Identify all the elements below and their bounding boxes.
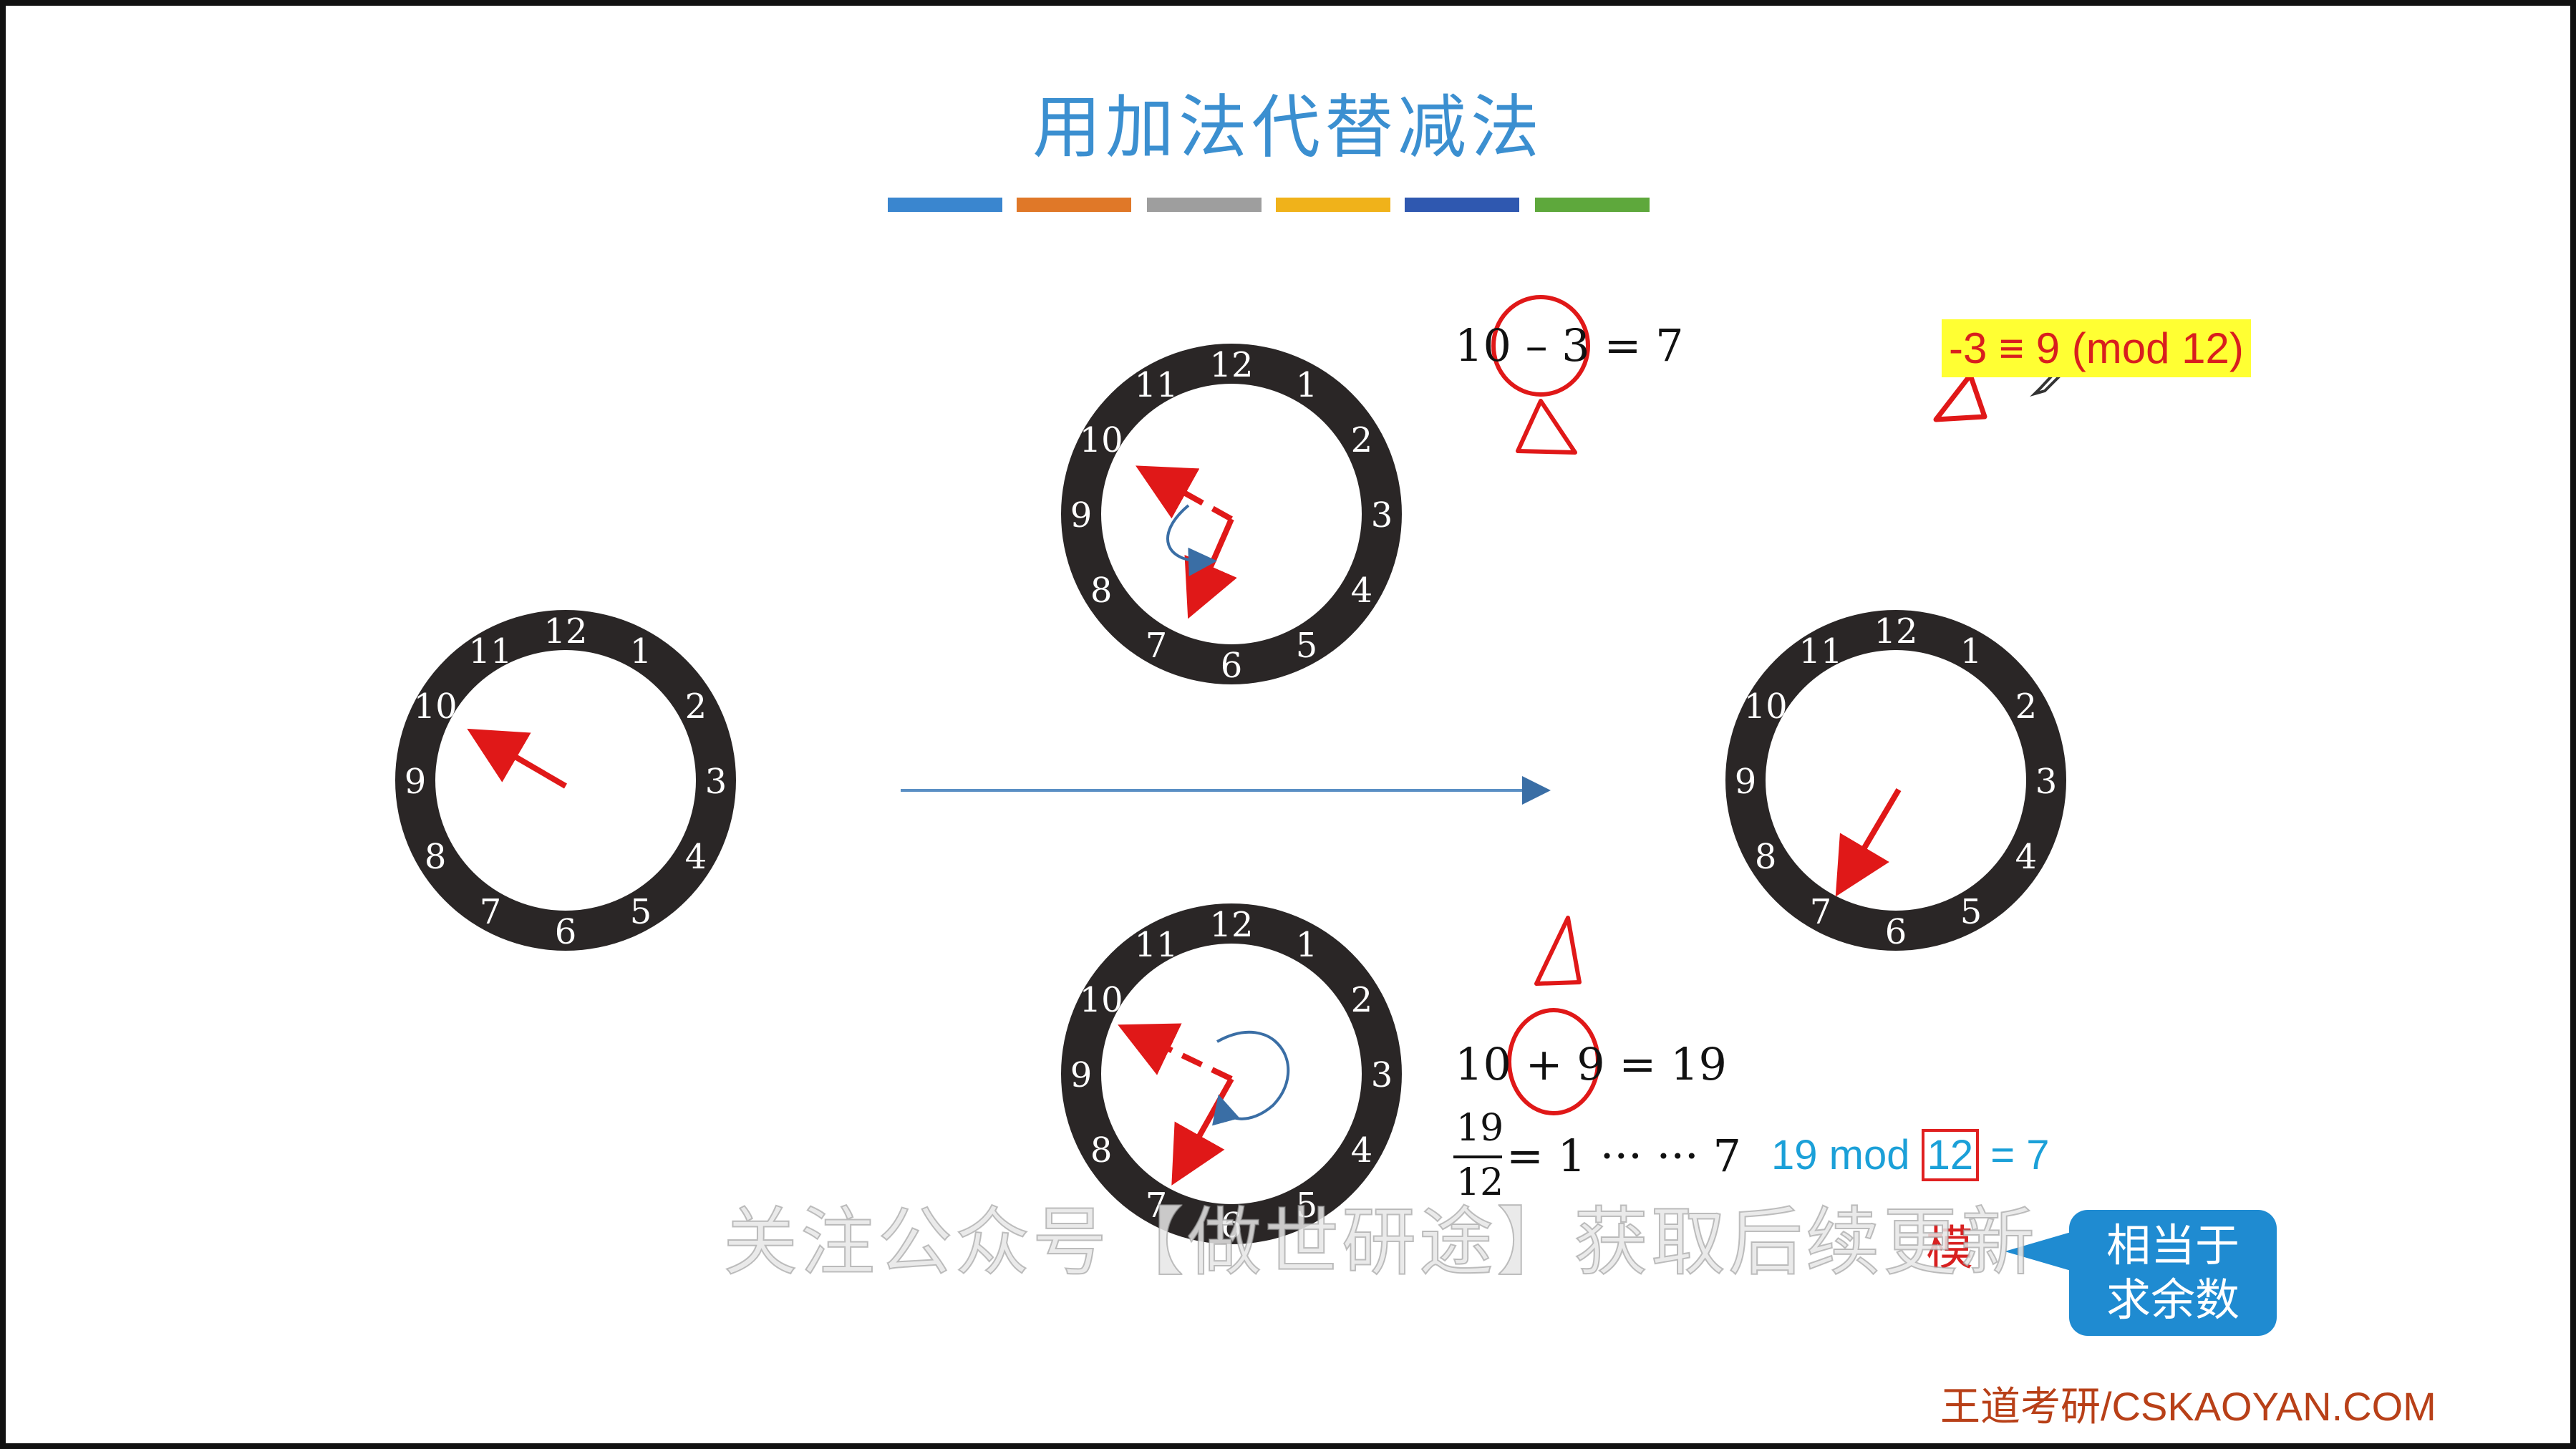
clock-numeral: 4 — [2015, 837, 2038, 877]
clock-numeral: 1 — [630, 631, 652, 672]
clock-numeral: 2 — [2015, 687, 2038, 727]
clock-numeral: 3 — [1371, 495, 1393, 536]
clock-numeral: 10 — [1080, 980, 1123, 1020]
clock-numeral: 10 — [1744, 687, 1788, 727]
callout-line: 相当于 — [2106, 1219, 2240, 1271]
clock-numeral: 12 — [1874, 611, 1917, 651]
clock-numeral: 7 — [480, 892, 502, 932]
clock-numeral: 11 — [1134, 925, 1178, 965]
clock-right: 12 12 3 45 6 78 9 1011 — [1725, 610, 2066, 952]
clock-numeral: 1 — [1296, 925, 1318, 965]
clock-numeral: 4 — [1351, 1130, 1373, 1171]
clock-numeral: 1 — [1960, 631, 1982, 672]
clock-numeral: 8 — [1090, 571, 1113, 611]
clock-face — [435, 650, 696, 911]
clock-numeral: 6 — [1221, 646, 1243, 686]
red-triangle-mark — [1516, 399, 1577, 455]
clock-numeral: 5 — [1960, 892, 1982, 932]
clock-numeral: 3 — [705, 762, 727, 802]
clock-numeral: 3 — [2035, 762, 2058, 802]
remainder-callout: 相当于 求余数 — [2069, 1210, 2277, 1336]
clock-numeral: 8 — [1090, 1130, 1113, 1171]
clock-numeral: 7 — [1146, 626, 1168, 666]
callout-line: 求余数 — [2106, 1274, 2240, 1326]
division-result: = 1 ··· ··· 7 — [1506, 1130, 1741, 1182]
mod-suffix: = 7 — [1990, 1132, 2050, 1178]
clock-numeral: 2 — [685, 687, 707, 727]
clock-numeral: 11 — [1798, 631, 1842, 672]
congruence-highlight: -3 ≡ 9 (mod 12) — [1942, 319, 2251, 377]
clock-top: 12 12 3 45 6 78 9 10 11 — [1061, 344, 1402, 686]
subtraction-equation: 10 – 3 = 7 — [1455, 319, 1684, 372]
mod-equation: 19 mod 12 = 7 — [1771, 1129, 2050, 1181]
clock-face — [1766, 650, 2026, 911]
clock-left: 12 12 3 45 6 78 9 10 11 — [395, 610, 736, 952]
clock-numeral: 10 — [414, 687, 457, 727]
clock-numeral: 9 — [1070, 1055, 1093, 1095]
fraction-numerator: 19 — [1456, 1107, 1504, 1150]
addition-equation: 10 + 9 = 19 — [1455, 1038, 1727, 1090]
clock-numeral: 11 — [1134, 365, 1178, 405]
mod-prefix: 19 mod — [1771, 1132, 1910, 1178]
video-subtitle: 关注公众号【做世研途】获取后续更新 — [722, 1198, 2038, 1286]
clock-numeral: 8 — [425, 837, 447, 877]
clock-numeral: 9 — [1070, 495, 1093, 536]
clock-numeral: 4 — [1351, 571, 1373, 611]
watermark: 王道考研/CSKAOYAN.COM — [1940, 1384, 2436, 1429]
clock-numeral: 5 — [1296, 626, 1318, 666]
clock-numeral: 6 — [555, 912, 577, 952]
clock-numeral: 2 — [1351, 420, 1373, 460]
clock-numeral: 12 — [1209, 345, 1253, 385]
clock-numeral: 9 — [1735, 762, 1757, 802]
clock-numeral: 12 — [543, 611, 587, 651]
red-triangle-mark — [1534, 916, 1582, 986]
clock-numeral: 4 — [685, 837, 707, 877]
clock-numeral: 9 — [405, 762, 427, 802]
clock-numeral: 3 — [1371, 1055, 1393, 1095]
clock-numeral: 12 — [1209, 905, 1253, 945]
clock-face — [1101, 384, 1362, 644]
clock-numeral: 2 — [1351, 980, 1373, 1020]
modulus-box: 12 — [1921, 1129, 1980, 1181]
clock-face — [1101, 944, 1362, 1204]
red-triangle-mark — [1933, 372, 1987, 422]
clock-numeral: 8 — [1755, 837, 1777, 877]
clock-numeral: 6 — [1885, 912, 1907, 952]
clock-numeral: 11 — [468, 631, 512, 672]
clock-numeral: 1 — [1296, 365, 1318, 405]
clock-numeral: 5 — [630, 892, 652, 932]
clock-numeral: 7 — [1810, 892, 1832, 932]
clock-numeral: 10 — [1080, 420, 1123, 460]
